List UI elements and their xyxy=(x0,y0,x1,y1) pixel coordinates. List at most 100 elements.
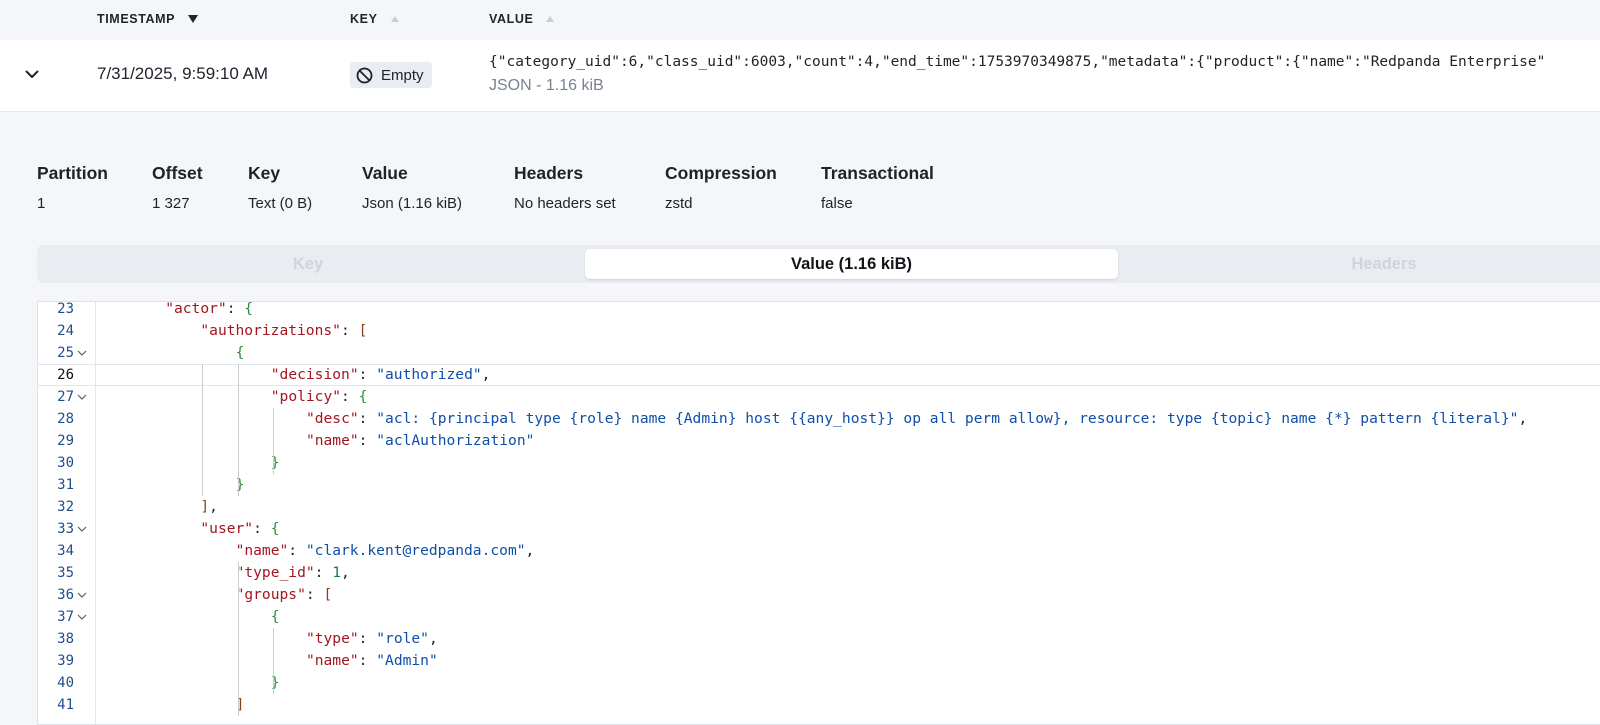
key-empty-label: Empty xyxy=(381,66,424,84)
chevron-down-icon[interactable] xyxy=(20,62,44,86)
code-text: "authorizations": [ xyxy=(200,322,368,339)
code-line[interactable]: 33 "user": { xyxy=(38,518,1600,540)
code-line[interactable]: 34 "name": "clark.kent@redpanda.com", xyxy=(38,540,1600,562)
line-number: 23 xyxy=(57,301,74,317)
line-number: 39 xyxy=(57,653,74,669)
row-value-preview: {"category_uid":6,"class_uid":6003,"coun… xyxy=(489,54,1546,70)
column-header-label: VALUE xyxy=(489,12,534,26)
code-text: "name": "Admin" xyxy=(305,652,438,669)
json-code-editor[interactable]: 23 "actor": {24 "authorizations": [25 {2… xyxy=(37,301,1600,725)
code-text: } xyxy=(270,454,280,471)
code-text: "policy": { xyxy=(270,388,368,405)
column-header-key[interactable]: KEY xyxy=(350,12,400,26)
meta-value: No headers set xyxy=(514,195,616,212)
code-text: "desc": "acl: {principal type {role} nam… xyxy=(305,410,1528,427)
column-header-label: KEY xyxy=(350,12,378,26)
meta-value: 1 xyxy=(37,195,46,212)
payload-tabs: Key Value (1.16 kiB) Headers xyxy=(37,245,1600,283)
code-line[interactable]: 41 ] xyxy=(38,694,1600,716)
line-number: 37 xyxy=(57,609,74,625)
sort-ascending-icon[interactable] xyxy=(545,15,555,23)
column-header-timestamp[interactable]: TIMESTAMP xyxy=(97,12,199,26)
tab-headers[interactable]: Headers xyxy=(1124,249,1600,279)
code-text: "actor": { xyxy=(165,301,254,317)
line-number: 30 xyxy=(57,455,74,471)
code-line[interactable]: 31 } xyxy=(38,474,1600,496)
meta-partition: Partition 1 xyxy=(37,163,108,212)
line-number: 33 xyxy=(57,521,74,537)
table-header: TIMESTAMP KEY VALUE xyxy=(0,0,1600,40)
sort-descending-icon[interactable] xyxy=(187,14,199,24)
code-text: "name": "clark.kent@redpanda.com", xyxy=(235,542,535,559)
code-line[interactable]: 25 { xyxy=(38,342,1600,364)
column-header-label: TIMESTAMP xyxy=(97,12,176,26)
meta-label: Key xyxy=(248,163,281,183)
code-text: "name": "aclAuthorization" xyxy=(305,432,535,449)
fold-chevron-icon[interactable] xyxy=(76,391,88,403)
code-line[interactable]: 23 "actor": { xyxy=(38,301,1600,320)
code-line[interactable]: 37 { xyxy=(38,606,1600,628)
indent-guide xyxy=(272,408,274,474)
meta-label: Headers xyxy=(514,163,584,183)
line-number: 28 xyxy=(57,411,74,427)
meta-value: Text (0 B) xyxy=(248,195,313,212)
meta-key: Key Text (0 B) xyxy=(248,163,312,212)
code-text: } xyxy=(270,674,280,691)
line-number: 24 xyxy=(57,323,74,339)
meta-value: zstd xyxy=(665,195,693,212)
line-number: 29 xyxy=(57,433,74,449)
fold-chevron-icon[interactable] xyxy=(76,347,88,359)
key-empty-badge: Empty xyxy=(350,62,432,88)
code-text: "groups": [ xyxy=(235,586,333,603)
code-line[interactable]: 24 "authorizations": [ xyxy=(38,320,1600,342)
line-number: 26 xyxy=(57,367,74,383)
table-row[interactable]: 7/31/2025, 9:59:10 AM Empty {"category_u… xyxy=(0,40,1600,112)
indent-guide xyxy=(202,364,204,496)
code-line[interactable]: 35 "type_id": 1, xyxy=(38,562,1600,584)
meta-headers: Headers No headers set xyxy=(514,163,616,212)
line-number: 38 xyxy=(57,631,74,647)
meta-compression: Compression zstd xyxy=(665,163,777,212)
meta-offset: Offset 1 327 xyxy=(152,163,203,212)
code-text: ] xyxy=(235,696,245,713)
fold-chevron-icon[interactable] xyxy=(76,523,88,535)
line-number: 32 xyxy=(57,499,74,515)
code-line[interactable]: 32 ], xyxy=(38,496,1600,518)
meta-label: Value xyxy=(362,163,408,183)
code-text: } xyxy=(235,476,245,493)
code-text: "decision": "authorized", xyxy=(270,366,491,383)
meta-label: Transactional xyxy=(821,163,934,183)
line-number: 27 xyxy=(57,389,74,405)
row-value-meta: JSON - 1.16 kiB xyxy=(489,77,604,94)
line-number: 36 xyxy=(57,587,74,603)
meta-transactional: Transactional false xyxy=(821,163,934,212)
meta-value: 1 327 xyxy=(152,195,190,212)
meta-label: Compression xyxy=(665,163,777,183)
code-text: ], xyxy=(200,498,218,515)
column-header-value[interactable]: VALUE xyxy=(489,12,555,26)
code-text: "user": { xyxy=(200,520,280,537)
meta-value: false xyxy=(821,195,853,212)
code-line[interactable]: 36 "groups": [ xyxy=(38,584,1600,606)
meta-label: Partition xyxy=(37,163,108,183)
code-line[interactable]: 26 "decision": "authorized", xyxy=(38,364,1600,386)
meta-value: Json (1.16 kiB) xyxy=(362,195,463,212)
row-timestamp: 7/31/2025, 9:59:10 AM xyxy=(97,64,269,83)
fold-chevron-icon[interactable] xyxy=(76,611,88,623)
code-text: { xyxy=(235,344,245,361)
tab-key[interactable]: Key xyxy=(37,249,579,279)
line-number: 31 xyxy=(57,477,74,493)
indent-guide xyxy=(272,628,274,694)
sort-ascending-icon[interactable] xyxy=(390,15,400,23)
line-number: 40 xyxy=(57,675,74,691)
fold-chevron-icon[interactable] xyxy=(76,589,88,601)
line-number: 25 xyxy=(57,345,74,361)
code-text: "type": "role", xyxy=(305,630,438,647)
code-text: { xyxy=(270,608,280,625)
code-line[interactable]: 27 "policy": { xyxy=(38,386,1600,408)
meta-value-info: Value Json (1.16 kiB) xyxy=(362,163,462,212)
line-number: 35 xyxy=(57,565,74,581)
circle-slash-icon xyxy=(356,67,373,83)
tab-value[interactable]: Value (1.16 kiB) xyxy=(585,249,1118,279)
line-number: 41 xyxy=(57,697,74,713)
